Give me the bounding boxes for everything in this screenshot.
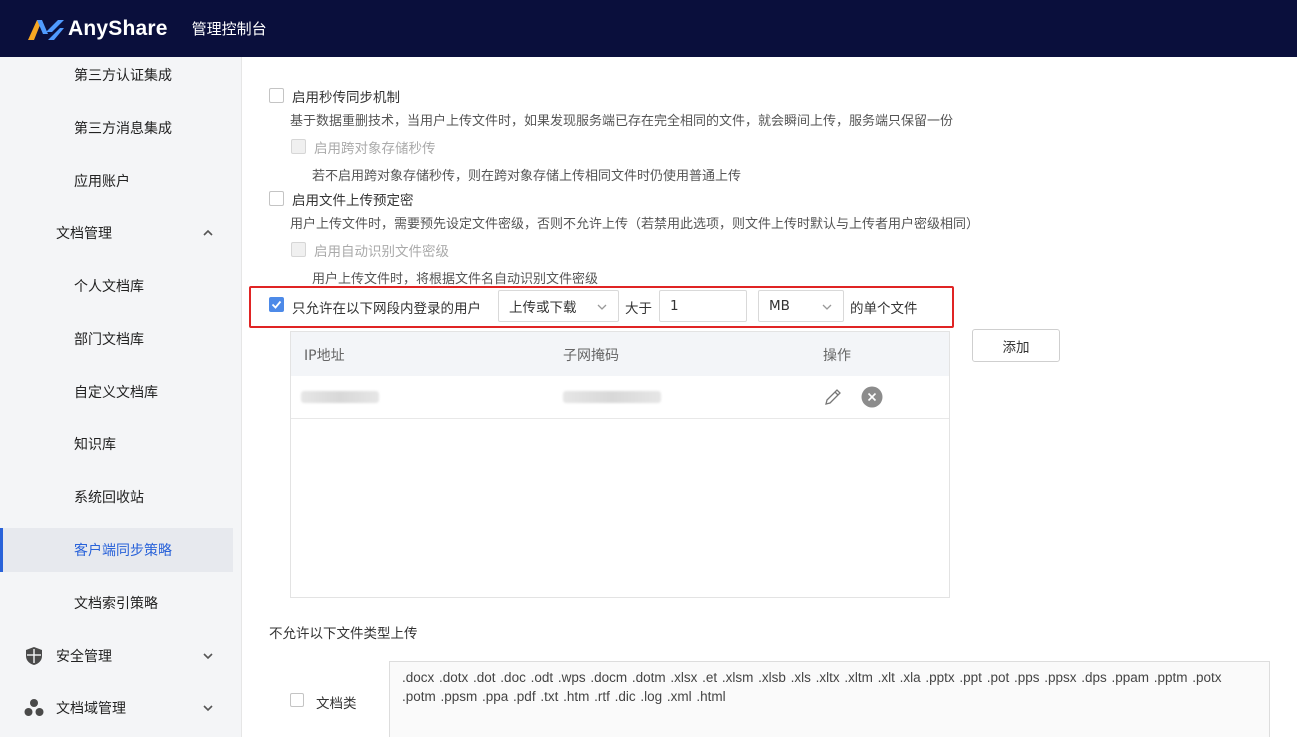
ip-address-redacted	[301, 391, 379, 403]
sidebar-item-domain-management[interactable]: 文档域管理	[0, 686, 233, 730]
transfer-mode-select[interactable]: 上传或下载	[498, 290, 619, 322]
auto-classification-checkbox[interactable]	[291, 242, 306, 257]
file-extensions-text: .docx .dotx .dot .doc .odt .wps .docm .d…	[402, 670, 1222, 704]
subnet-mask-redacted	[563, 391, 661, 403]
single-file-suffix: 的单个文件	[850, 301, 918, 317]
auto-classification-label: 启用自动识别文件密级	[314, 244, 449, 260]
domain-nodes-icon	[24, 699, 44, 716]
cross-storage-desc: 若不启用跨对象存储秒传，则在跨对象存储上传相同文件时仍使用普通上传	[312, 169, 742, 184]
sidebar-item-label: 第三方认证集成	[74, 68, 172, 84]
check-icon	[271, 300, 282, 309]
sidebar-item-label: 个人文档库	[74, 279, 144, 295]
main-content: 启用秒传同步机制 基于数据重删技术，当用户上传文件时，如果发现服务端已存在完全相…	[242, 57, 1297, 737]
sidebar-item-label: 文档域管理	[56, 701, 126, 717]
preset-classification-label: 启用文件上传预定密	[292, 193, 414, 209]
preset-classification-desc: 用户上传文件时，需要预先设定文件密级，否则不允许上传（若禁用此选项，则文件上传时…	[290, 217, 980, 232]
document-type-checkbox[interactable]	[290, 693, 304, 707]
sidebar-item-label: 自定义文档库	[74, 385, 158, 401]
network-restrict-label: 只允许在以下网段内登录的用户	[292, 301, 481, 317]
auto-classification-desc: 用户上传文件时，将根据文件名自动识别文件密级	[312, 272, 599, 287]
greater-than-label: 大于	[625, 301, 652, 317]
top-bar: AnyShare 管理控制台	[0, 0, 1297, 57]
logo[interactable]: AnyShare	[28, 17, 168, 41]
add-button-label: 添加	[1002, 339, 1030, 356]
cross-storage-label: 启用跨对象存储秒传	[314, 141, 436, 157]
logo-text: AnyShare	[68, 16, 168, 40]
preset-classification-checkbox[interactable]	[269, 191, 284, 206]
sidebar-item-label: 第三方消息集成	[74, 121, 172, 137]
anyshare-logo-icon	[28, 19, 64, 40]
sidebar-item-label: 客户端同步策略	[74, 543, 172, 559]
sidebar-item-label: 部门文档库	[74, 332, 144, 348]
column-ip-address: IP地址	[304, 348, 345, 364]
instant-upload-label: 启用秒传同步机制	[292, 90, 400, 106]
sidebar-item-security-management[interactable]: 安全管理	[0, 634, 233, 678]
sidebar-item-index-policy[interactable]: 文档索引策略	[0, 581, 233, 625]
ip-table: IP地址 子网掩码 操作	[290, 331, 950, 598]
sidebar-item-recycle-bin[interactable]: 系统回收站	[0, 475, 233, 519]
edit-pencil-icon[interactable]	[823, 387, 843, 407]
transfer-mode-value: 上传或下载	[509, 300, 577, 316]
document-type-label: 文档类	[316, 696, 357, 712]
file-types-section-label: 不允许以下文件类型上传	[269, 626, 418, 642]
sidebar-item-label: 安全管理	[56, 649, 112, 665]
console-title: 管理控制台	[191, 20, 267, 38]
chevron-up-icon	[203, 229, 213, 236]
chevron-down-icon	[822, 304, 832, 310]
network-restrict-checkbox[interactable]	[269, 297, 284, 312]
sidebar-item-label: 文档管理	[56, 226, 112, 242]
sidebar-item-label: 应用账户	[74, 174, 130, 190]
sidebar-item-department-library[interactable]: 部门文档库	[0, 317, 233, 361]
size-unit-select[interactable]: MB	[758, 290, 844, 322]
file-extensions-textarea[interactable]: .docx .dotx .dot .doc .odt .wps .docm .d…	[389, 661, 1270, 737]
sidebar-item-knowledge-base[interactable]: 知识库	[0, 422, 233, 466]
sidebar: 第三方认证集成 第三方消息集成 应用账户 文档管理 个人文档库 部门文档库 自定…	[0, 57, 242, 737]
table-row	[291, 376, 949, 419]
sidebar-item-third-party-message[interactable]: 第三方消息集成	[0, 106, 233, 150]
instant-upload-checkbox[interactable]	[269, 88, 284, 103]
shield-icon	[26, 647, 42, 665]
sidebar-item-app-accounts[interactable]: 应用账户	[0, 159, 233, 203]
instant-upload-desc: 基于数据重删技术，当用户上传文件时，如果发现服务端已存在完全相同的文件，就会瞬间…	[290, 114, 954, 129]
sidebar-item-custom-library[interactable]: 自定义文档库	[0, 370, 233, 414]
size-unit-value: MB	[769, 298, 790, 314]
sidebar-item-third-party-auth[interactable]: 第三方认证集成	[0, 57, 233, 97]
column-actions: 操作	[823, 348, 851, 364]
chevron-down-icon	[597, 304, 607, 310]
sidebar-item-label: 系统回收站	[74, 490, 144, 506]
sidebar-item-label: 知识库	[74, 437, 116, 453]
sidebar-item-document-management[interactable]: 文档管理	[0, 211, 233, 255]
size-value: 1	[670, 298, 679, 314]
chevron-down-icon	[203, 705, 213, 712]
sidebar-item-personal-library[interactable]: 个人文档库	[0, 264, 233, 308]
add-button[interactable]: 添加	[972, 329, 1060, 362]
ip-table-header: IP地址 子网掩码 操作	[291, 332, 949, 376]
chevron-down-icon	[203, 653, 213, 660]
cross-storage-checkbox[interactable]	[291, 139, 306, 154]
sidebar-item-client-sync-policy[interactable]: 客户端同步策略	[0, 528, 233, 572]
column-subnet-mask: 子网掩码	[563, 348, 619, 364]
size-input[interactable]: 1	[659, 290, 747, 322]
sidebar-item-label: 文档索引策略	[74, 596, 158, 612]
delete-circle-icon[interactable]	[861, 386, 883, 408]
